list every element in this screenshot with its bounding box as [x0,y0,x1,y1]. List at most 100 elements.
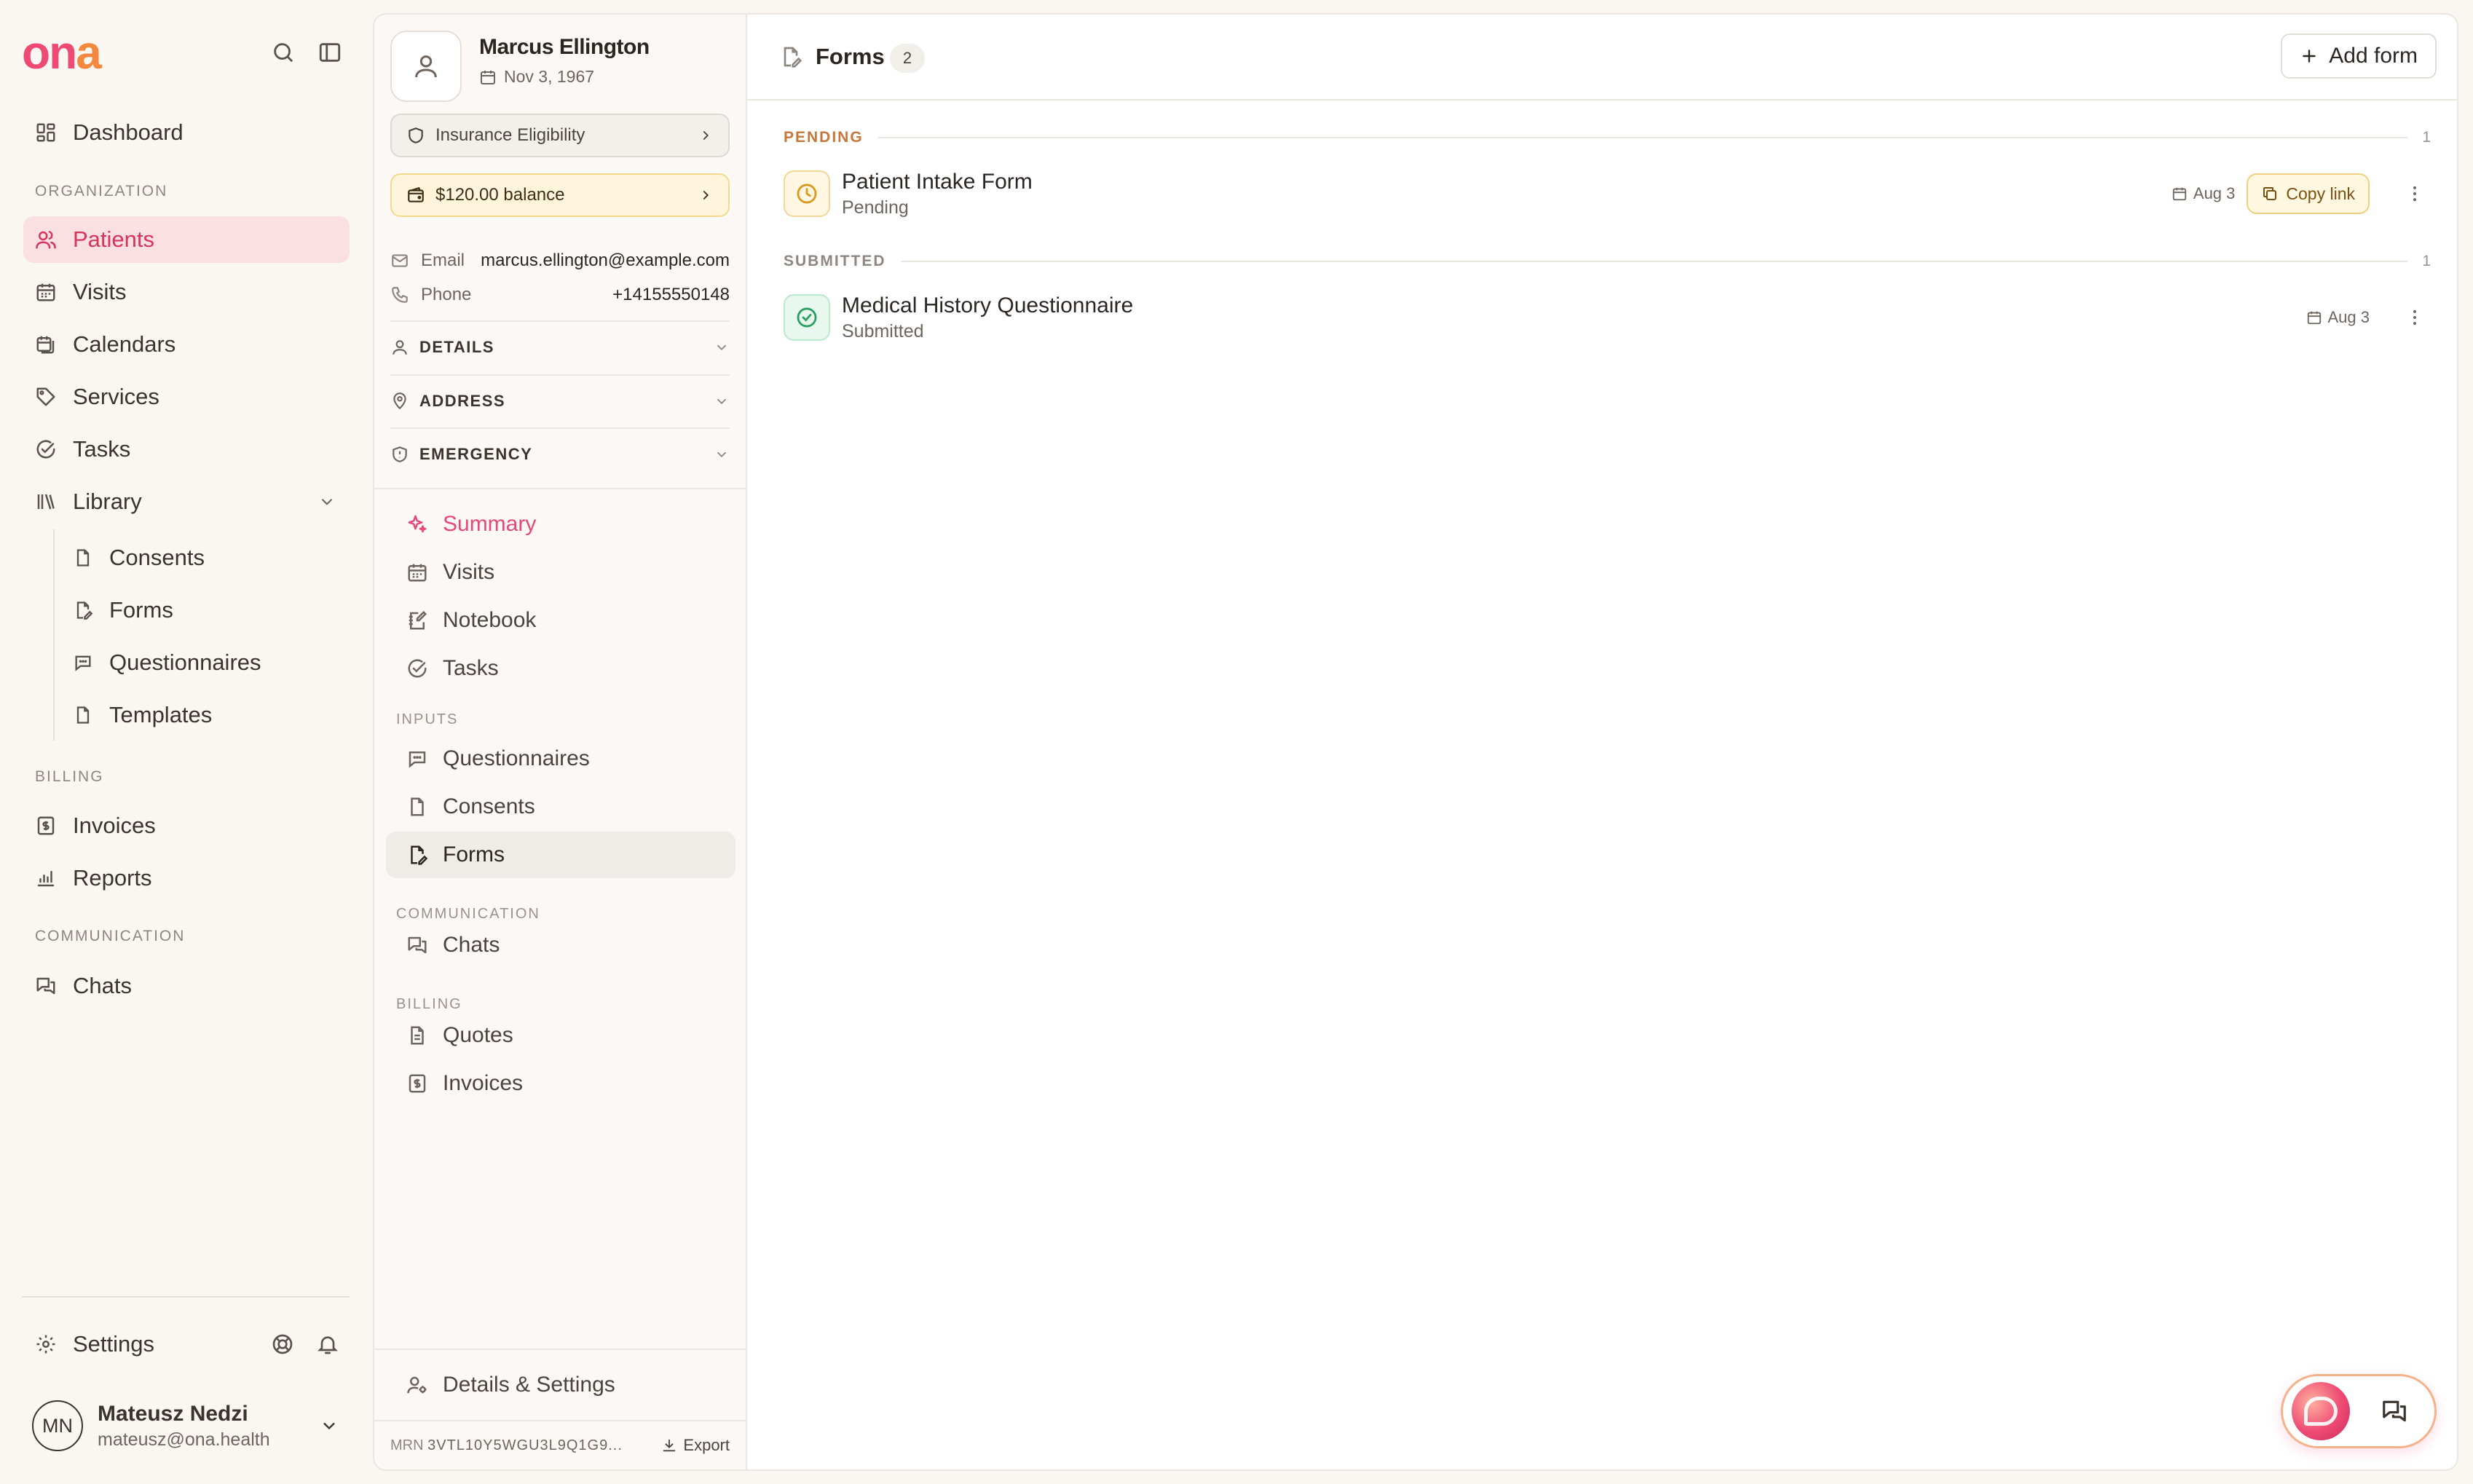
chevron-down-icon[interactable] [319,1416,339,1436]
patient-nav-visits[interactable]: Visits [386,549,735,596]
patient-email-row: Email marcus.ellington@example.com [390,250,730,271]
more-options-button[interactable] [2399,301,2431,333]
bell-icon[interactable] [316,1333,339,1356]
nav-library-questionnaires[interactable]: Questionnaires [70,641,347,684]
copy-icon [2261,185,2279,202]
patient-name: Marcus Ellington [479,35,650,59]
nav-library-forms[interactable]: Forms [70,588,347,632]
accordion-emergency[interactable]: EMERGENCY [390,427,730,480]
mail-icon [390,251,409,270]
form-title[interactable]: Medical History Questionnaire [842,293,1133,318]
calendar-icon [2306,309,2322,325]
form-title[interactable]: Patient Intake Form [842,170,1033,194]
nav-visits[interactable]: Visits [23,269,350,315]
nav-library[interactable]: Library [23,478,350,525]
page-title: Forms [816,44,885,69]
patient-nav-questionnaires[interactable]: Questionnaires [386,735,735,782]
sidebar-toggle-icon[interactable] [317,40,342,65]
nav-visits-label: Visits [73,279,127,304]
panel-divider [374,1420,746,1421]
patient-nav-notebook[interactable]: Notebook [386,597,735,644]
more-vertical-icon [2404,307,2426,328]
phone-value[interactable]: +14155550148 [612,285,730,305]
shield-alert-icon [390,445,409,464]
patient-nav-forms[interactable]: Forms [386,832,735,878]
copy-link-button[interactable]: Copy link [2247,173,2370,214]
library-icon [35,491,57,513]
accordion-address-label: ADDRESS [419,392,506,410]
chevron-down-icon [714,339,730,355]
patient-nav-quotes-label: Quotes [443,1023,513,1047]
nav-dashboard[interactable]: Dashboard [23,109,350,156]
avatar: MN [32,1400,83,1451]
user-menu[interactable]: MN Mateusz Nedzi mateusz@ona.health [32,1400,350,1452]
nav-library-consents[interactable]: Consents [70,536,347,580]
nav-library-consents-label: Consents [109,545,205,570]
patient-nav-invoices[interactable]: Invoices [386,1060,735,1107]
patient-phone-row: Phone +14155550148 [390,285,730,305]
form-row[interactable]: Patient Intake Form Pending Aug 3 Copy l… [784,167,2431,220]
calendar-icon [35,281,57,303]
forms-count-badge: 2 [890,44,925,73]
nav-tasks[interactable]: Tasks [23,426,350,473]
file-pen-icon [779,45,802,68]
patient-nav-chats-label: Chats [443,933,500,957]
app-logo[interactable]: ona [22,29,102,76]
user-cog-icon [406,1374,428,1396]
nav-calendars[interactable]: Calendars [23,321,350,368]
patient-nav-quotes[interactable]: Quotes [386,1012,735,1059]
phone-label: Phone [421,285,472,304]
nav-invoices[interactable]: Invoices [23,802,350,849]
form-row[interactable]: Medical History Questionnaire Submitted … [784,291,2431,344]
more-options-button[interactable] [2399,178,2431,210]
chart-icon [35,867,57,889]
add-form-label: Add form [2329,44,2418,68]
notebook-pen-icon [406,609,428,631]
calendar-icon [406,561,428,583]
balance-button[interactable]: $120.00 balance [390,173,730,217]
search-icon[interactable] [271,40,296,65]
email-value[interactable]: marcus.ellington@example.com [481,250,730,271]
patient-nav-inputs-label: INPUTS [396,711,459,727]
patient-nav-questionnaires-label: Questionnaires [443,746,590,770]
file-text-icon [406,1025,428,1046]
app-sidebar: ona Dashboard ORGANIZATION Patients Visi… [0,0,364,1484]
insurance-eligibility-button[interactable]: Insurance Eligibility [390,114,730,157]
group-header-submitted: SUBMITTED 1 [784,250,2431,272]
nav-reports-label: Reports [73,865,152,891]
sidebar-header: ona [22,29,342,76]
file-icon [406,796,428,818]
patient-nav-summary[interactable]: Summary [386,501,735,548]
group-divider [900,261,2408,262]
nav-library-templates[interactable]: Templates [70,693,347,737]
accordion-address[interactable]: ADDRESS [390,374,730,427]
patient-nav-chats[interactable]: Chats [386,922,735,968]
patient-nav-tasks[interactable]: Tasks [386,645,735,692]
nav-chats[interactable]: Chats [23,963,350,1009]
chat-icon[interactable] [2381,1397,2408,1425]
assistant-orb-icon[interactable] [2292,1382,2350,1440]
assistant-chat-launcher[interactable] [2281,1374,2437,1448]
nav-settings[interactable]: Settings [23,1321,350,1367]
patient-nav-consents-label: Consents [443,794,535,818]
help-lifebuoy-icon[interactable] [271,1333,294,1356]
mrn-value[interactable]: 3VTL10Y5WGU3L9Q1G9... [427,1437,623,1453]
accordion-details[interactable]: DETAILS [390,320,730,373]
copy-link-label: Copy link [2286,183,2355,203]
nav-reports[interactable]: Reports [23,855,350,901]
chevron-down-icon[interactable] [317,492,336,511]
patient-footer: MRN 3VTL10Y5WGU3L9Q1G9... Export [390,1436,730,1455]
patient-dob-value: Nov 3, 1967 [504,67,595,86]
export-button[interactable]: Export [661,1436,730,1455]
nav-services[interactable]: Services [23,374,350,420]
patient-avatar[interactable] [390,31,462,102]
panel-divider [374,1349,746,1350]
file-pen-icon [73,600,93,620]
add-form-button[interactable]: Add form [2281,33,2437,79]
patient-nav-communication-label: COMMUNICATION [396,906,540,922]
patient-nav-consents[interactable]: Consents [386,784,735,830]
patient-details-settings[interactable]: Details & Settings [386,1362,735,1408]
patient-panel: Marcus Ellington Nov 3, 1967 Insurance E… [373,13,746,1471]
nav-patients[interactable]: Patients [23,216,350,263]
patient-nav-invoices-label: Invoices [443,1071,524,1095]
